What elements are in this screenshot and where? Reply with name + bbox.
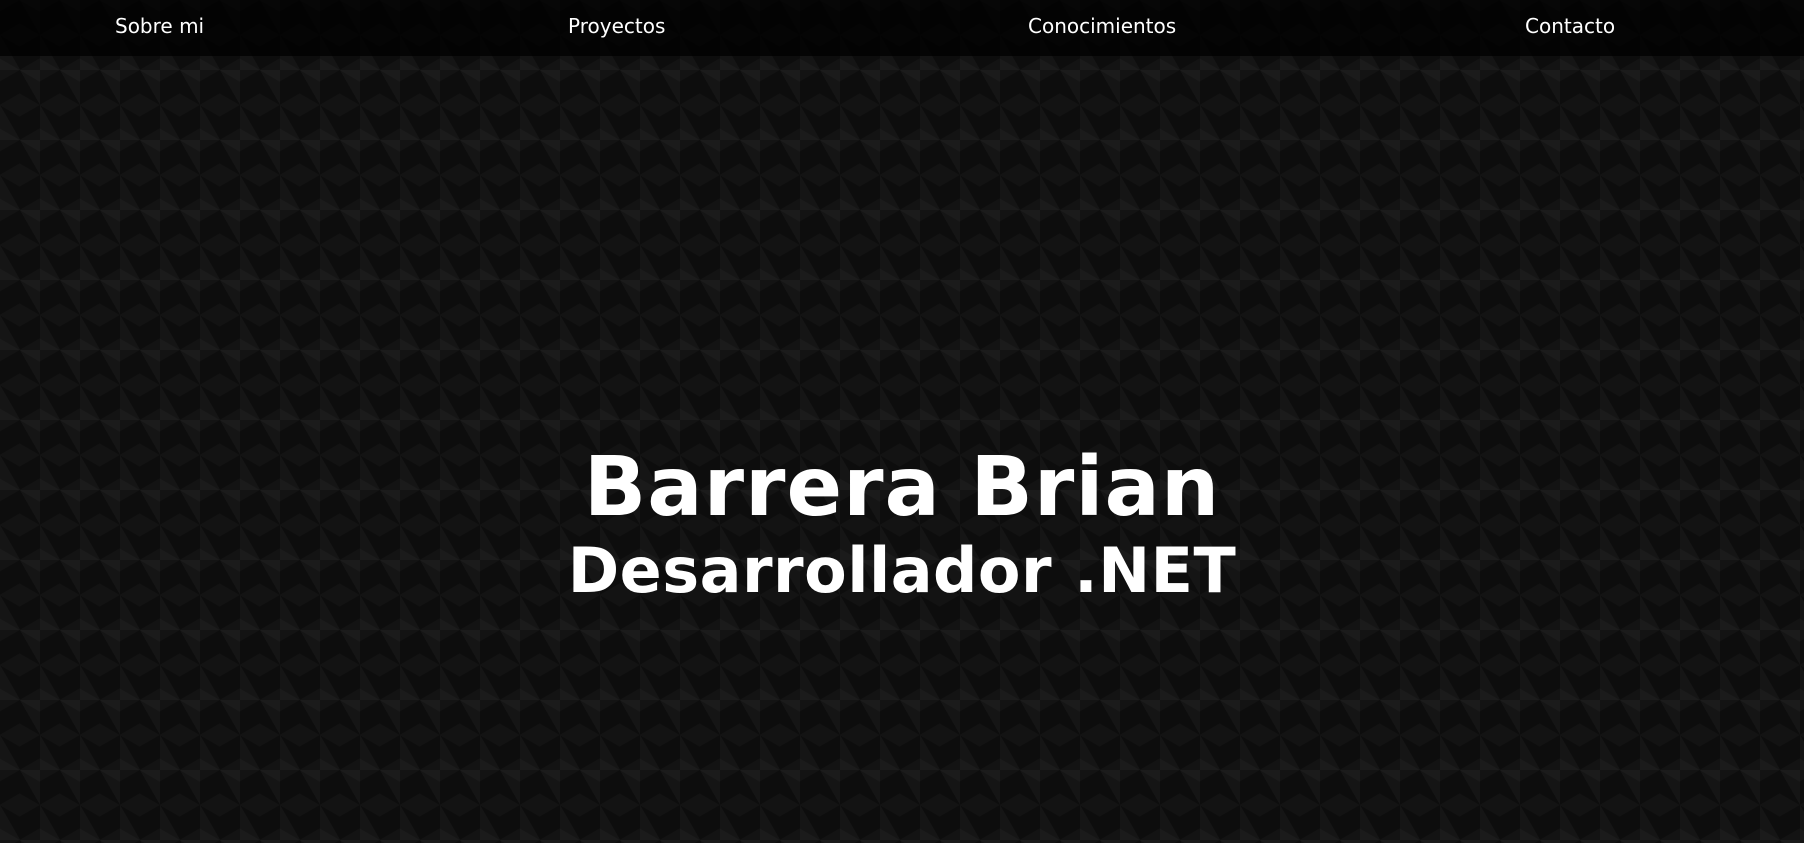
top-navbar: Sobre mi Proyectos Conocimientos Contact… xyxy=(0,0,1804,56)
hero-name: Barrera Brian xyxy=(583,440,1221,535)
nav-link-conocimientos[interactable]: Conocimientos xyxy=(1028,13,1176,39)
nav-link-proyectos[interactable]: Proyectos xyxy=(568,13,665,39)
hero-section: Barrera Brian Desarrollador .NET xyxy=(0,440,1804,610)
page: Sobre mi Proyectos Conocimientos Contact… xyxy=(0,0,1804,843)
hero-role: Desarrollador .NET xyxy=(567,534,1237,607)
nav-link-contacto[interactable]: Contacto xyxy=(1525,13,1615,39)
nav-link-sobre-mi[interactable]: Sobre mi xyxy=(115,13,204,39)
